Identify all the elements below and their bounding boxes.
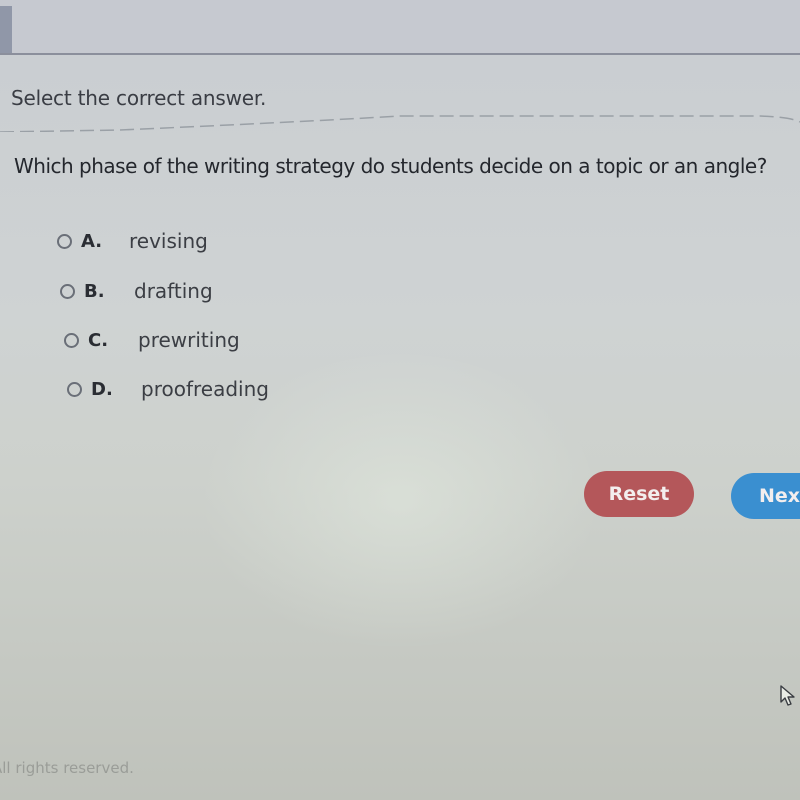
next-button[interactable]: Next [731,473,800,519]
radio-icon[interactable] [64,332,79,348]
mouse-cursor-icon [780,685,795,706]
option-text: prewriting [138,328,240,352]
option-letter: A. [81,230,103,252]
footer-copyright: All rights reserved. [0,759,134,777]
option-letter: B. [84,280,105,302]
radio-icon[interactable] [57,233,72,249]
header-tab-marker [0,6,12,53]
option-d[interactable]: D. proofreading [67,377,269,401]
option-letter: C. [88,329,109,351]
option-letter: D. [91,378,113,400]
option-c[interactable]: C. prewriting [64,328,240,352]
option-a[interactable]: A. revising [57,229,208,253]
option-text: proofreading [141,377,269,401]
instruction-text: Select the correct answer. [11,86,267,110]
option-b[interactable]: B. drafting [60,279,213,303]
radio-icon[interactable] [67,381,82,397]
option-text: revising [129,229,208,253]
question-divider [0,115,800,132]
top-header-bar [0,0,800,55]
radio-icon[interactable] [60,283,75,299]
option-text: drafting [134,279,213,303]
question-text: Which phase of the writing strategy do s… [14,154,767,178]
reset-button[interactable]: Reset [584,471,694,517]
